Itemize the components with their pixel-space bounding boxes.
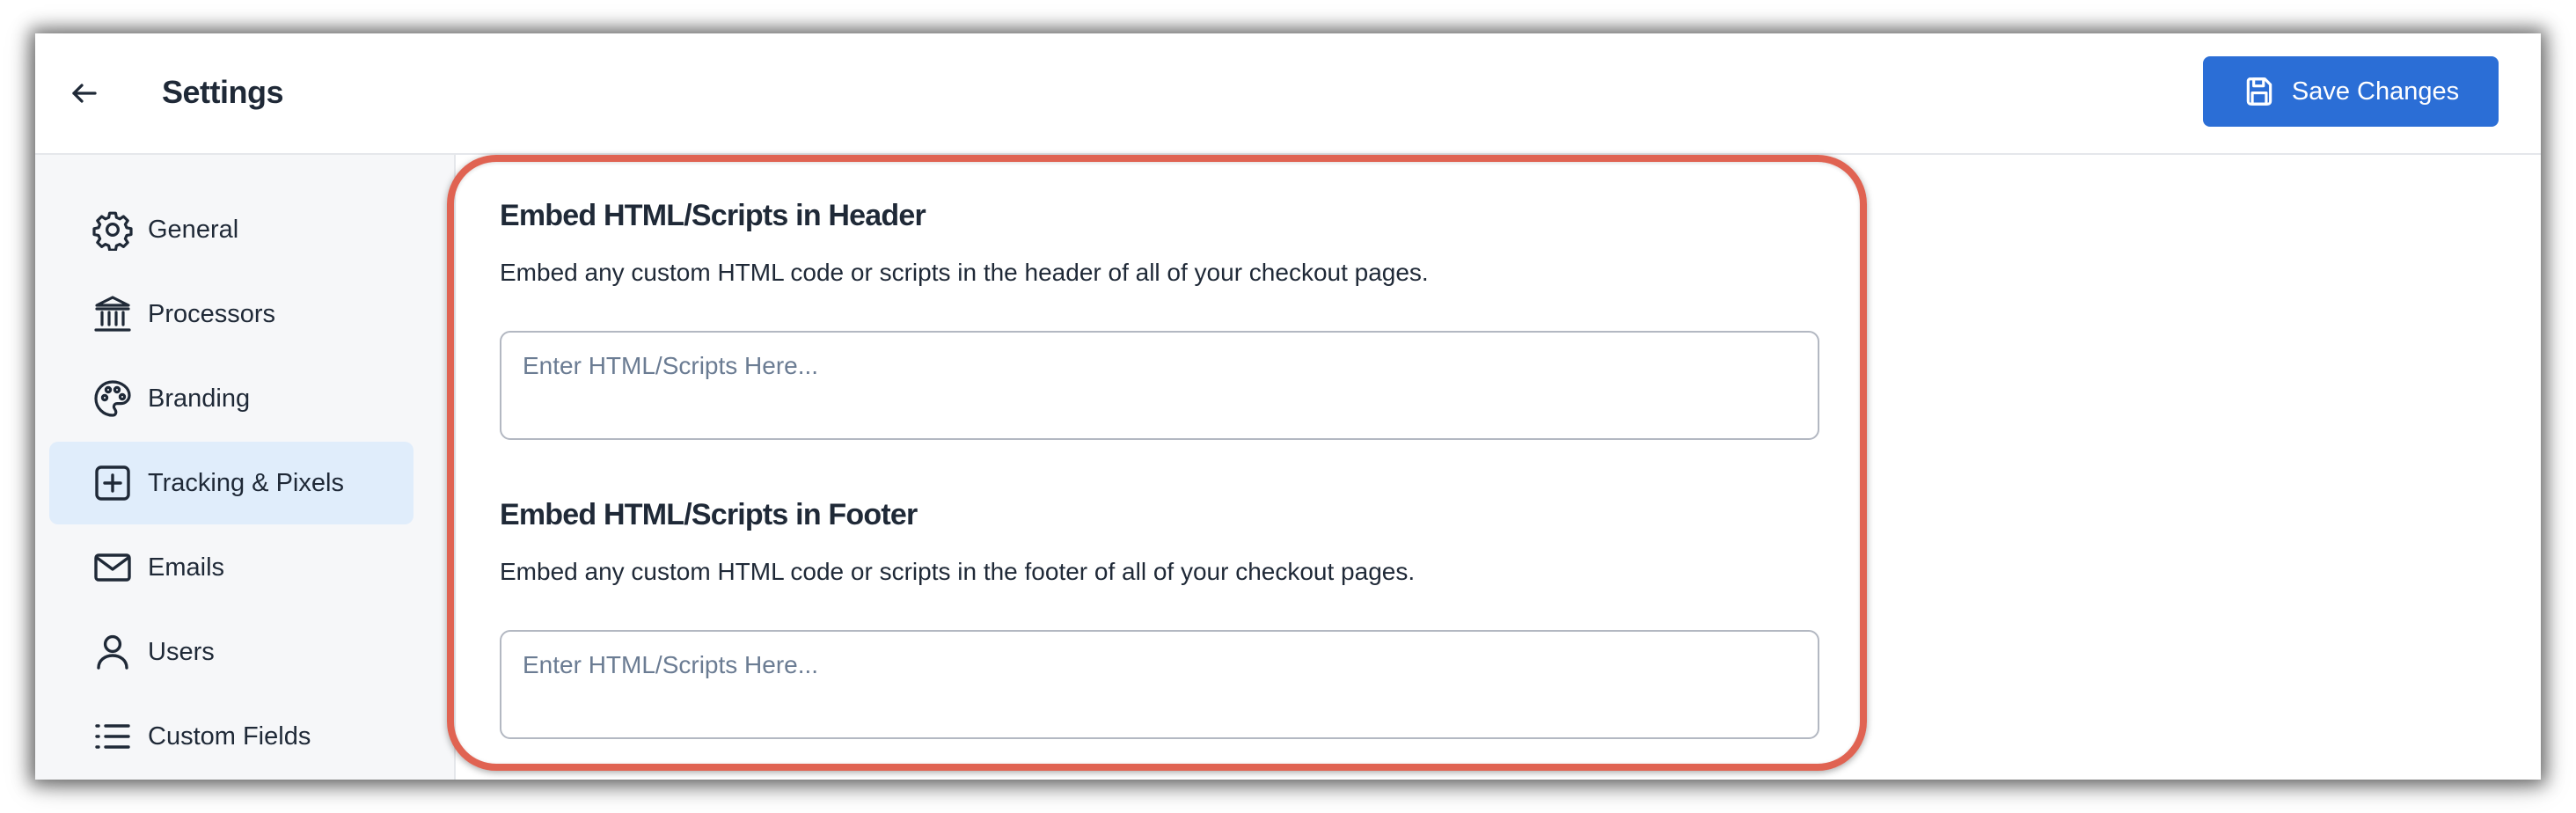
sidebar-item-label: Custom Fields	[148, 721, 311, 751]
footer-scripts-title: Embed HTML/Scripts in Footer	[500, 498, 918, 531]
sidebar-item-emails[interactable]: Emails	[49, 526, 413, 609]
sidebar-item-tracking-pixels[interactable]: Tracking & Pixels	[49, 442, 413, 524]
sidebar-item-label: Tracking & Pixels	[148, 468, 344, 497]
floppy-disk-icon	[2246, 77, 2272, 106]
sidebar-item-processors[interactable]: Processors	[49, 273, 413, 355]
header-scripts-input[interactable]	[500, 331, 1819, 440]
header-scripts-description: Embed any custom HTML code or scripts in…	[500, 259, 1429, 286]
sidebar-item-label: Users	[148, 637, 215, 666]
sidebar-item-label: Branding	[148, 384, 251, 413]
sidebar-item-custom-fields[interactable]: Custom Fields	[49, 695, 413, 778]
settings-sidebar: General Processors Branding Tracking & P…	[35, 155, 456, 780]
sidebar-item-label: Processors	[148, 299, 276, 328]
sidebar-item-branding[interactable]: Branding	[49, 357, 413, 440]
save-button-label: Save Changes	[2291, 77, 2460, 106]
top-bar: Settings Save Changes	[35, 33, 2541, 155]
footer-scripts-input[interactable]	[500, 630, 1819, 739]
sidebar-item-label: General	[148, 215, 239, 244]
header-scripts-title: Embed HTML/Scripts in Header	[500, 199, 926, 232]
sidebar-item-label: Emails	[148, 553, 225, 582]
arrow-left-icon	[72, 84, 97, 103]
palette-icon	[91, 377, 134, 420]
bank-icon	[91, 293, 134, 335]
settings-window: Settings Save Changes General Processors…	[35, 33, 2541, 780]
user-icon	[91, 631, 134, 673]
envelope-icon	[91, 546, 134, 589]
footer-scripts-description: Embed any custom HTML code or scripts in…	[500, 558, 1416, 585]
back-button[interactable]	[62, 70, 107, 116]
page-title: Settings	[162, 74, 284, 110]
list-icon	[91, 715, 134, 758]
sidebar-item-general[interactable]: General	[49, 188, 413, 271]
sidebar-item-users[interactable]: Users	[49, 611, 413, 693]
gear-icon	[91, 209, 134, 251]
save-changes-button[interactable]: Save Changes	[2203, 56, 2499, 127]
plus-square-icon	[91, 462, 134, 504]
